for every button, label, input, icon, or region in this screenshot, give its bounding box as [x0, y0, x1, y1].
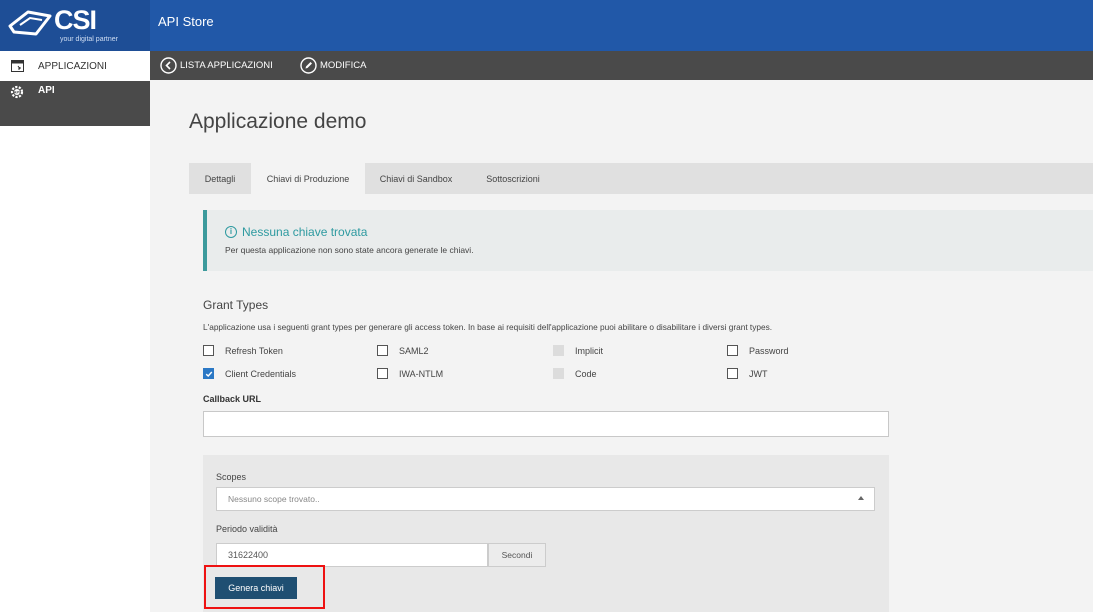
checkbox-box-checked[interactable]	[203, 368, 214, 379]
checkbox-label: Password	[749, 345, 789, 356]
tab-bar: Dettagli Chiavi di Produzione Chiavi di …	[189, 163, 1093, 194]
checkbox-box[interactable]	[727, 368, 738, 379]
grant-saml2-checkbox[interactable]: SAML2	[377, 345, 429, 356]
logo-tagline: your digital partner	[60, 36, 118, 43]
checkbox-box-disabled	[553, 368, 564, 379]
period-input[interactable]: 31622400	[216, 543, 488, 567]
svg-text:API: API	[14, 90, 21, 95]
checkbox-box[interactable]	[377, 345, 388, 356]
alert-title: i Nessuna chiave trovata	[225, 225, 367, 239]
info-alert: i Nessuna chiave trovata Per questa appl…	[203, 210, 1093, 271]
checkbox-label: SAML2	[399, 345, 429, 356]
checkbox-box[interactable]	[727, 345, 738, 356]
callback-url-label: Callback URL	[203, 394, 262, 404]
sidebar-item-label: APPLICAZIONI	[38, 60, 107, 72]
sidebar-item-api[interactable]: API API	[0, 81, 150, 126]
callback-url-input[interactable]	[203, 411, 889, 437]
checkbox-box-disabled	[553, 345, 564, 356]
pencil-circle-icon	[300, 57, 317, 74]
alert-text: Per questa applicazione non sono state a…	[225, 245, 474, 255]
grant-jwt-checkbox[interactable]: JWT	[727, 368, 768, 379]
tab-chiavi-produzione[interactable]: Chiavi di Produzione	[251, 163, 365, 194]
edit-label: MODIFICA	[320, 60, 367, 71]
scopes-placeholder: Nessuno scope trovato..	[228, 494, 320, 504]
window-icon	[10, 59, 24, 73]
checkbox-box[interactable]	[203, 345, 214, 356]
checkbox-label: Refresh Token	[225, 345, 283, 356]
sidebar: APPLICAZIONI API API	[0, 51, 150, 612]
checkbox-label: JWT	[749, 368, 768, 379]
period-unit-addon: Secondi	[488, 543, 546, 567]
tab-chiavi-sandbox[interactable]: Chiavi di Sandbox	[365, 163, 467, 194]
checkbox-label: IWA-NTLM	[399, 368, 444, 379]
edit-button[interactable]: MODIFICA	[300, 57, 366, 74]
toolbar: LISTA APPLICAZIONI MODIFICA	[150, 51, 1093, 80]
grant-client-credentials-checkbox[interactable]: Client Credentials	[203, 368, 296, 379]
alert-title-text: Nessuna chiave trovata	[242, 225, 368, 239]
csi-logo-icon	[8, 10, 52, 36]
checkmark-icon	[205, 371, 212, 377]
period-label: Periodo validità	[216, 524, 278, 534]
grant-password-checkbox[interactable]: Password	[727, 345, 789, 356]
scopes-select[interactable]: Nessuno scope trovato..	[216, 487, 875, 511]
checkbox-label: Code	[575, 368, 597, 379]
grant-iwa-ntlm-checkbox[interactable]: IWA-NTLM	[377, 368, 443, 379]
tab-dettagli[interactable]: Dettagli	[189, 163, 251, 194]
checkbox-box[interactable]	[377, 368, 388, 379]
top-header: CSI your digital partner API Store	[0, 0, 1093, 51]
generate-keys-button[interactable]: Genera chiavi	[215, 577, 297, 599]
chevron-left-circle-icon	[160, 57, 177, 74]
tab-sottoscrizioni[interactable]: Sottoscrizioni	[467, 163, 559, 194]
caret-up-icon[interactable]	[858, 496, 864, 500]
info-icon: i	[225, 226, 237, 238]
api-gear-icon: API	[10, 85, 24, 99]
grant-types-heading: Grant Types	[203, 298, 269, 312]
grant-refresh-token-checkbox[interactable]: Refresh Token	[203, 345, 283, 356]
checkbox-label: Client Credentials	[225, 368, 297, 379]
logo-text: CSI	[54, 5, 97, 35]
back-to-list-label: LISTA APPLICAZIONI	[180, 60, 273, 71]
sidebar-item-applicazioni[interactable]: APPLICAZIONI	[0, 53, 150, 79]
grant-implicit-checkbox: Implicit	[553, 345, 603, 356]
grant-code-checkbox: Code	[553, 368, 597, 379]
scopes-label: Scopes	[216, 472, 247, 482]
checkbox-label: Implicit	[575, 345, 604, 356]
back-to-list-button[interactable]: LISTA APPLICAZIONI	[160, 57, 273, 74]
sidebar-item-label: API	[38, 85, 55, 96]
page-title: Applicazione demo	[189, 110, 367, 133]
app-title[interactable]: API Store	[158, 14, 214, 29]
grant-types-description: L'applicazione usa i seguenti grant type…	[203, 322, 773, 332]
logo[interactable]: CSI your digital partner	[0, 0, 150, 51]
